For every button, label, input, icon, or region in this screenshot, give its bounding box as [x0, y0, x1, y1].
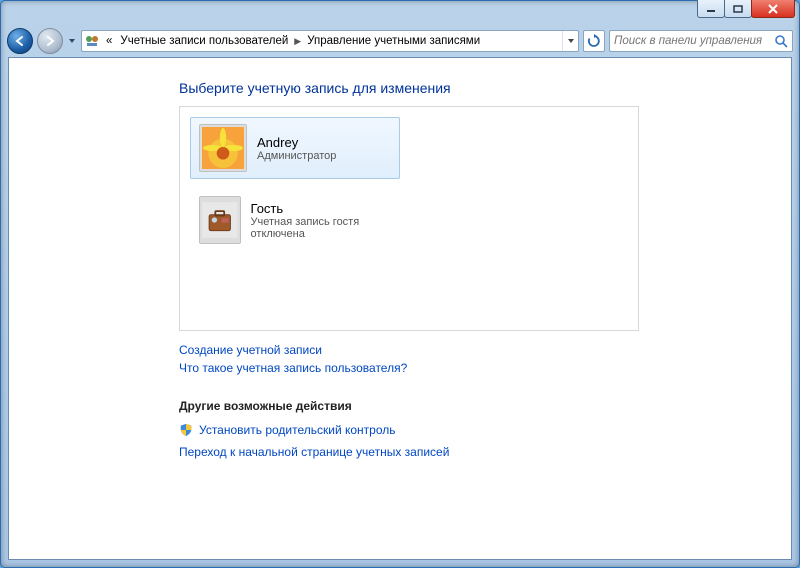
- breadcrumb-item-accounts[interactable]: Учетные записи пользователей: [116, 31, 292, 51]
- account-role: Учетная запись гостя отключена: [251, 216, 391, 240]
- maximize-button[interactable]: [724, 0, 752, 18]
- account-name: Гость: [251, 201, 391, 216]
- account-text: Andrey Администратор: [257, 135, 336, 162]
- window-frame: « Учетные записи пользователей ▶ Управле…: [0, 0, 800, 568]
- other-actions-title: Другие возможные действия: [179, 399, 791, 413]
- account-text: Гость Учетная запись гостя отключена: [251, 201, 391, 240]
- page-title: Выберите учетную запись для изменения: [179, 80, 791, 96]
- minimize-button[interactable]: [697, 0, 725, 18]
- link-create-account[interactable]: Создание учетной записи: [179, 341, 791, 359]
- close-button[interactable]: [751, 0, 795, 18]
- avatar: [199, 124, 247, 172]
- accounts-panel: Andrey Администратор: [179, 106, 639, 331]
- links-group: Создание учетной записи Что такое учетна…: [179, 341, 791, 377]
- refresh-icon: [587, 34, 601, 48]
- window-controls: [698, 0, 795, 18]
- account-item-andrey[interactable]: Andrey Администратор: [190, 117, 400, 179]
- back-button[interactable]: [7, 28, 33, 54]
- minimize-icon: [706, 5, 716, 13]
- breadcrumb: « Учетные записи пользователей ▶ Управле…: [102, 31, 562, 51]
- link-goto-accounts-home[interactable]: Переход к начальной странице учетных зап…: [179, 443, 449, 461]
- address-bar-dropdown[interactable]: [562, 31, 578, 51]
- close-icon: [767, 4, 779, 14]
- search-icon: [774, 34, 788, 48]
- client-area: Выберите учетную запись для изменения: [8, 57, 792, 560]
- link-row-parental: Установить родительский контроль: [179, 419, 791, 441]
- account-role: Администратор: [257, 150, 336, 162]
- shield-icon: [179, 423, 193, 437]
- control-panel-icon: [82, 31, 102, 51]
- address-bar[interactable]: « Учетные записи пользователей ▶ Управле…: [81, 30, 579, 52]
- breadcrumb-item-manage[interactable]: Управление учетными записями: [303, 31, 484, 51]
- link-parental-controls[interactable]: Установить родительский контроль: [199, 421, 396, 439]
- maximize-icon: [733, 5, 743, 13]
- link-row-goto: Переход к начальной странице учетных зап…: [179, 441, 791, 463]
- chevron-right-icon[interactable]: ▶: [292, 36, 303, 47]
- suitcase-avatar-icon: [202, 199, 238, 241]
- chevron-down-icon: [567, 37, 575, 45]
- account-name: Andrey: [257, 135, 336, 150]
- search-box[interactable]: [609, 30, 793, 52]
- forward-button[interactable]: [37, 28, 63, 54]
- forward-arrow-icon: [43, 34, 57, 48]
- back-arrow-icon: [13, 34, 27, 48]
- search-input[interactable]: [614, 35, 774, 47]
- link-whatis-account[interactable]: Что такое учетная запись пользователя?: [179, 359, 791, 377]
- navigation-bar: « Учетные записи пользователей ▶ Управле…: [1, 25, 799, 57]
- avatar: [199, 196, 241, 244]
- titlebar[interactable]: [1, 1, 799, 25]
- account-item-guest[interactable]: Гость Учетная запись гостя отключена: [190, 189, 400, 251]
- refresh-button[interactable]: [583, 30, 605, 52]
- nav-history-dropdown-icon[interactable]: [67, 36, 77, 46]
- breadcrumb-overflow[interactable]: «: [102, 31, 116, 51]
- flower-avatar-icon: [202, 127, 244, 169]
